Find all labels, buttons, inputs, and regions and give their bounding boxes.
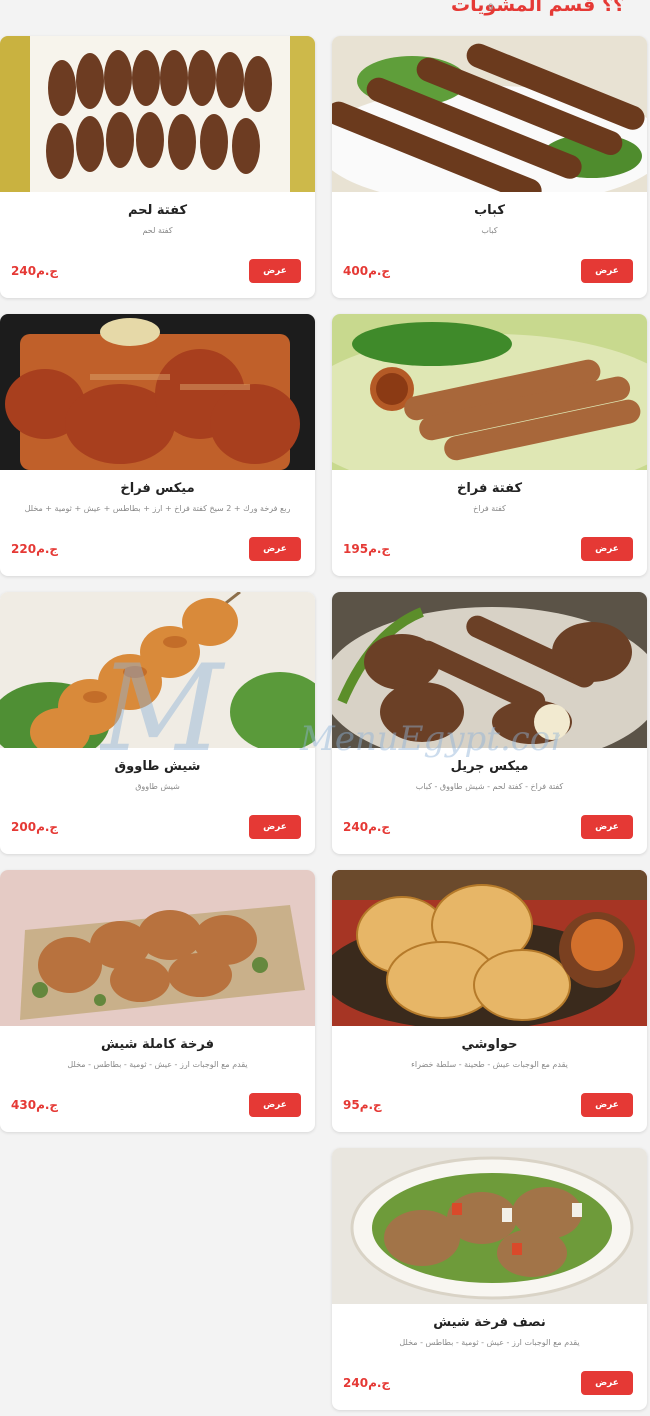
item-name: شيش طاووق — [114, 759, 201, 774]
item-price: ج.م220 — [11, 542, 59, 556]
item-price: ج.م195 — [343, 542, 391, 556]
item-price: ج.م95 — [343, 1098, 382, 1112]
item-description: كباب — [481, 226, 498, 235]
item-name: ميكس فراخ — [120, 481, 195, 496]
mix-chicken-image — [0, 314, 315, 470]
item-price: ج.م240 — [11, 264, 59, 278]
menu-item-card[interactable]: حواوشي يقدم مع الوجبات عيش - طحينة - سلط… — [332, 870, 647, 1132]
view-button[interactable]: عرض — [581, 1371, 633, 1395]
item-price: ج.م200 — [11, 820, 59, 834]
item-count: 9 — [488, 3, 494, 13]
item-description: يقدم مع الوجبات ارز - عيش - ثومية - بطاط… — [399, 1338, 580, 1347]
view-button[interactable]: عرض — [581, 1093, 633, 1117]
item-price: ج.م240 — [343, 1376, 391, 1390]
menu-item-card[interactable]: كباب كباب ج.م400 عرض — [332, 36, 647, 298]
item-price: ج.م240 — [343, 820, 391, 834]
item-name: كفتة لحم — [127, 203, 188, 218]
menu-item-card[interactable]: نصف فرخة شيش يقدم مع الوجبات ارز - عيش -… — [332, 1148, 647, 1410]
item-price: ج.م430 — [11, 1098, 59, 1112]
item-description: شيش طاووق — [135, 782, 180, 791]
item-name: ميكس جريل — [450, 759, 529, 774]
view-button[interactable]: عرض — [249, 1093, 301, 1117]
item-description: كفتة فراخ — [473, 504, 506, 513]
item-description: ربع فرخة ورك + 2 سيخ كفتة فراخ + ارز + ب… — [24, 504, 291, 513]
menu-item-card[interactable]: كفتة فراخ كفتة فراخ ج.م195 عرض — [332, 314, 647, 576]
menu-item-card[interactable]: شيش طاووق شيش طاووق ج.م200 عرض — [0, 592, 315, 854]
menu-item-card[interactable]: ميكس جريل كفتة فراخ - كفتة لحم - شيش طاو… — [332, 592, 647, 854]
shish-tawook-image — [0, 592, 315, 748]
item-name: كفتة فراخ — [456, 481, 523, 496]
item-name: فرخة كاملة شيش — [100, 1037, 215, 1052]
view-button[interactable]: عرض — [249, 259, 301, 283]
item-name: نصف فرخة شيش — [433, 1315, 546, 1330]
view-button[interactable]: عرض — [581, 815, 633, 839]
view-button[interactable]: عرض — [249, 815, 301, 839]
item-price: ج.م400 — [343, 264, 391, 278]
half-chicken-shish-image — [332, 1148, 647, 1304]
section-header: ؟؟ قسم المشويات 9 — [0, 0, 650, 26]
menu-item-card[interactable]: كفتة لحم كفتة لحم ج.م240 عرض — [0, 36, 315, 298]
item-description: يقدم مع الوجبات عيش - طحينة - سلطة خضراء — [411, 1060, 568, 1069]
view-button[interactable]: عرض — [249, 537, 301, 561]
whole-chicken-shish-image — [0, 870, 315, 1026]
view-button[interactable]: عرض — [581, 537, 633, 561]
item-description: كفتة لحم — [142, 226, 173, 235]
item-name: حواوشي — [461, 1037, 518, 1052]
item-description: كفتة فراخ - كفتة لحم - شيش طاووق - كباب — [415, 782, 564, 791]
hawawshi-image — [332, 870, 647, 1026]
menu-item-card[interactable]: فرخة كاملة شيش يقدم مع الوجبات ارز - عيش… — [0, 870, 315, 1132]
view-button[interactable]: عرض — [581, 259, 633, 283]
kofta-chicken-image — [332, 314, 647, 470]
item-description: يقدم مع الوجبات ارز - عيش - ثومية - بطاط… — [67, 1060, 248, 1069]
kofta-meat-image — [0, 36, 315, 192]
section-title: ؟؟ قسم المشويات — [451, 0, 624, 16]
kebab-image — [332, 36, 647, 192]
mix-grill-image — [332, 592, 647, 748]
item-name: كباب — [474, 203, 505, 218]
menu-item-card[interactable]: ميكس فراخ ربع فرخة ورك + 2 سيخ كفتة فراخ… — [0, 314, 315, 576]
